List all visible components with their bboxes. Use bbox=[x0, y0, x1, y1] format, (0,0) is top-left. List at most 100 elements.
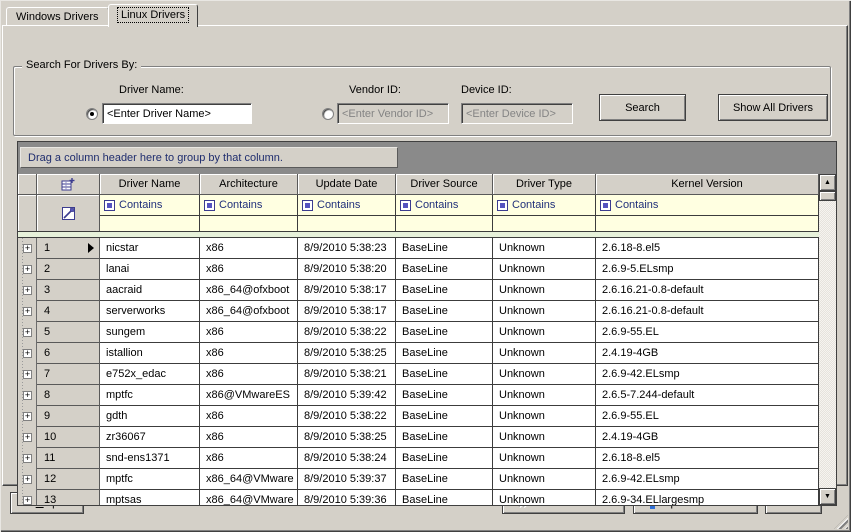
expand-plus-icon[interactable]: + bbox=[23, 307, 32, 316]
cell-architecture[interactable]: x86_64@VMware bbox=[200, 469, 298, 490]
cell-driver-name[interactable]: snd-ens1371 bbox=[100, 448, 200, 469]
filter-input-architecture[interactable] bbox=[200, 216, 297, 231]
row-number-cell[interactable]: 6 bbox=[37, 343, 100, 364]
cell-kernel-version[interactable]: 2.6.18-8.el5 bbox=[596, 448, 819, 469]
cell-update-date[interactable]: 8/9/2010 5:38:25 bbox=[298, 343, 396, 364]
cell-driver-name[interactable]: mptfc bbox=[100, 469, 200, 490]
cell-driver-source[interactable]: BaseLine bbox=[396, 427, 493, 448]
cell-update-date[interactable]: 8/9/2010 5:38:22 bbox=[298, 322, 396, 343]
cell-driver-type[interactable]: Unknown bbox=[493, 427, 596, 448]
cell-update-date[interactable]: 8/9/2010 5:38:20 bbox=[298, 259, 396, 280]
cell-driver-name[interactable]: sungem bbox=[100, 322, 200, 343]
cell-driver-name[interactable]: mptfc bbox=[100, 385, 200, 406]
filter-operator-icon[interactable] bbox=[497, 200, 508, 211]
cell-driver-name[interactable]: serverworks bbox=[100, 301, 200, 322]
cell-driver-type[interactable]: Unknown bbox=[493, 280, 596, 301]
column-header-update-date[interactable]: Update Date bbox=[298, 174, 396, 195]
expand-plus-icon[interactable]: + bbox=[23, 454, 32, 463]
scroll-up-icon[interactable]: ▲ bbox=[819, 174, 836, 191]
table-row[interactable]: + 13 mptsas x86_64@VMware 8/9/2010 5:39:… bbox=[18, 490, 819, 505]
filter-cell-driver-source[interactable]: Contains bbox=[396, 195, 493, 231]
cell-driver-type[interactable]: Unknown bbox=[493, 301, 596, 322]
cell-driver-name[interactable]: istallion bbox=[100, 343, 200, 364]
cell-architecture[interactable]: x86_64@VMware bbox=[200, 490, 298, 505]
filter-cell-update-date[interactable]: Contains bbox=[298, 195, 396, 231]
driver-name-radio[interactable] bbox=[86, 108, 98, 120]
cell-driver-type[interactable]: Unknown bbox=[493, 322, 596, 343]
cell-architecture[interactable]: x86 bbox=[200, 238, 298, 259]
table-row[interactable]: + 1 nicstar x86 8/9/2010 5:38:23 BaseLin… bbox=[18, 238, 819, 259]
cell-kernel-version[interactable]: 2.6.9-42.ELsmp bbox=[596, 364, 819, 385]
table-row[interactable]: + 3 aacraid x86_64@ofxboot 8/9/2010 5:38… bbox=[18, 280, 819, 301]
cell-driver-type[interactable]: Unknown bbox=[493, 448, 596, 469]
cell-architecture[interactable]: x86 bbox=[200, 364, 298, 385]
row-number-cell[interactable]: 10 bbox=[37, 427, 100, 448]
table-row[interactable]: + 7 e752x_edac x86 8/9/2010 5:38:21 Base… bbox=[18, 364, 819, 385]
scrollbar-thumb[interactable] bbox=[819, 191, 836, 201]
cell-driver-source[interactable]: BaseLine bbox=[396, 280, 493, 301]
filter-cell-kernel-version[interactable]: Contains bbox=[596, 195, 819, 231]
cell-update-date[interactable]: 8/9/2010 5:38:22 bbox=[298, 406, 396, 427]
cell-driver-source[interactable]: BaseLine bbox=[396, 385, 493, 406]
column-header-kernel-version[interactable]: Kernel Version bbox=[596, 174, 819, 195]
cell-driver-name[interactable]: zr36067 bbox=[100, 427, 200, 448]
filter-input-driver-type[interactable] bbox=[493, 216, 595, 231]
cell-architecture[interactable]: x86 bbox=[200, 343, 298, 364]
filter-input-driver-source[interactable] bbox=[396, 216, 492, 231]
row-number-cell[interactable]: 11 bbox=[37, 448, 100, 469]
filter-operator-icon[interactable] bbox=[204, 200, 215, 211]
cell-update-date[interactable]: 8/9/2010 5:39:37 bbox=[298, 469, 396, 490]
cell-driver-type[interactable]: Unknown bbox=[493, 238, 596, 259]
filter-operator-icon[interactable] bbox=[104, 200, 115, 211]
cell-update-date[interactable]: 8/9/2010 5:38:17 bbox=[298, 301, 396, 322]
cell-architecture[interactable]: x86 bbox=[200, 448, 298, 469]
column-header-architecture[interactable]: Architecture bbox=[200, 174, 298, 195]
expand-plus-icon[interactable]: + bbox=[23, 286, 32, 295]
cell-kernel-version[interactable]: 2.6.9-34.ELlargesmp bbox=[596, 490, 819, 505]
filter-input-driver-name[interactable] bbox=[100, 216, 199, 231]
cell-driver-type[interactable]: Unknown bbox=[493, 259, 596, 280]
cell-driver-name[interactable]: e752x_edac bbox=[100, 364, 200, 385]
table-row[interactable]: + 8 mptfc x86@VMwareES 8/9/2010 5:39:42 … bbox=[18, 385, 819, 406]
cell-kernel-version[interactable]: 2.6.18-8.el5 bbox=[596, 238, 819, 259]
row-number-cell[interactable]: 1 bbox=[37, 238, 100, 259]
expand-plus-icon[interactable]: + bbox=[23, 412, 32, 421]
cell-driver-name[interactable]: mptsas bbox=[100, 490, 200, 505]
tab-linux-drivers[interactable]: Linux Drivers bbox=[108, 4, 198, 27]
cell-driver-type[interactable]: Unknown bbox=[493, 469, 596, 490]
row-number-cell[interactable]: 9 bbox=[37, 406, 100, 427]
row-number-cell[interactable]: 5 bbox=[37, 322, 100, 343]
cell-driver-name[interactable]: aacraid bbox=[100, 280, 200, 301]
cell-driver-name[interactable]: gdth bbox=[100, 406, 200, 427]
filter-input-update-date[interactable] bbox=[298, 216, 395, 231]
row-number-cell[interactable]: 13 bbox=[37, 490, 100, 505]
cell-driver-source[interactable]: BaseLine bbox=[396, 343, 493, 364]
cell-driver-source[interactable]: BaseLine bbox=[396, 301, 493, 322]
cell-update-date[interactable]: 8/9/2010 5:38:21 bbox=[298, 364, 396, 385]
vendor-id-input[interactable] bbox=[337, 103, 449, 124]
table-row[interactable]: + 9 gdth x86 8/9/2010 5:38:22 BaseLine U… bbox=[18, 406, 819, 427]
show-all-drivers-button[interactable]: Show All Drivers bbox=[718, 94, 828, 121]
tab-windows-drivers[interactable]: Windows Drivers bbox=[6, 7, 109, 26]
filter-cell-driver-type[interactable]: Contains bbox=[493, 195, 596, 231]
cell-driver-source[interactable]: BaseLine bbox=[396, 490, 493, 505]
cell-driver-type[interactable]: Unknown bbox=[493, 406, 596, 427]
table-row[interactable]: + 11 snd-ens1371 x86 8/9/2010 5:38:24 Ba… bbox=[18, 448, 819, 469]
column-header-driver-type[interactable]: Driver Type bbox=[493, 174, 596, 195]
resize-grip[interactable] bbox=[834, 515, 848, 529]
filter-input-kernel-version[interactable] bbox=[596, 216, 818, 231]
table-row[interactable]: + 5 sungem x86 8/9/2010 5:38:22 BaseLine… bbox=[18, 322, 819, 343]
expand-plus-icon[interactable]: + bbox=[23, 328, 32, 337]
cell-kernel-version[interactable]: 2.6.9-55.EL bbox=[596, 406, 819, 427]
cell-driver-source[interactable]: BaseLine bbox=[396, 259, 493, 280]
table-row[interactable]: + 12 mptfc x86_64@VMware 8/9/2010 5:39:3… bbox=[18, 469, 819, 490]
cell-architecture[interactable]: x86_64@ofxboot bbox=[200, 301, 298, 322]
cell-update-date[interactable]: 8/9/2010 5:39:42 bbox=[298, 385, 396, 406]
cell-driver-source[interactable]: BaseLine bbox=[396, 448, 493, 469]
scroll-down-icon[interactable]: ▼ bbox=[819, 488, 836, 505]
table-row[interactable]: + 2 lanai x86 8/9/2010 5:38:20 BaseLine … bbox=[18, 259, 819, 280]
cell-driver-name[interactable]: lanai bbox=[100, 259, 200, 280]
cell-driver-source[interactable]: BaseLine bbox=[396, 364, 493, 385]
cell-architecture[interactable]: x86 bbox=[200, 406, 298, 427]
expand-plus-icon[interactable]: + bbox=[23, 265, 32, 274]
